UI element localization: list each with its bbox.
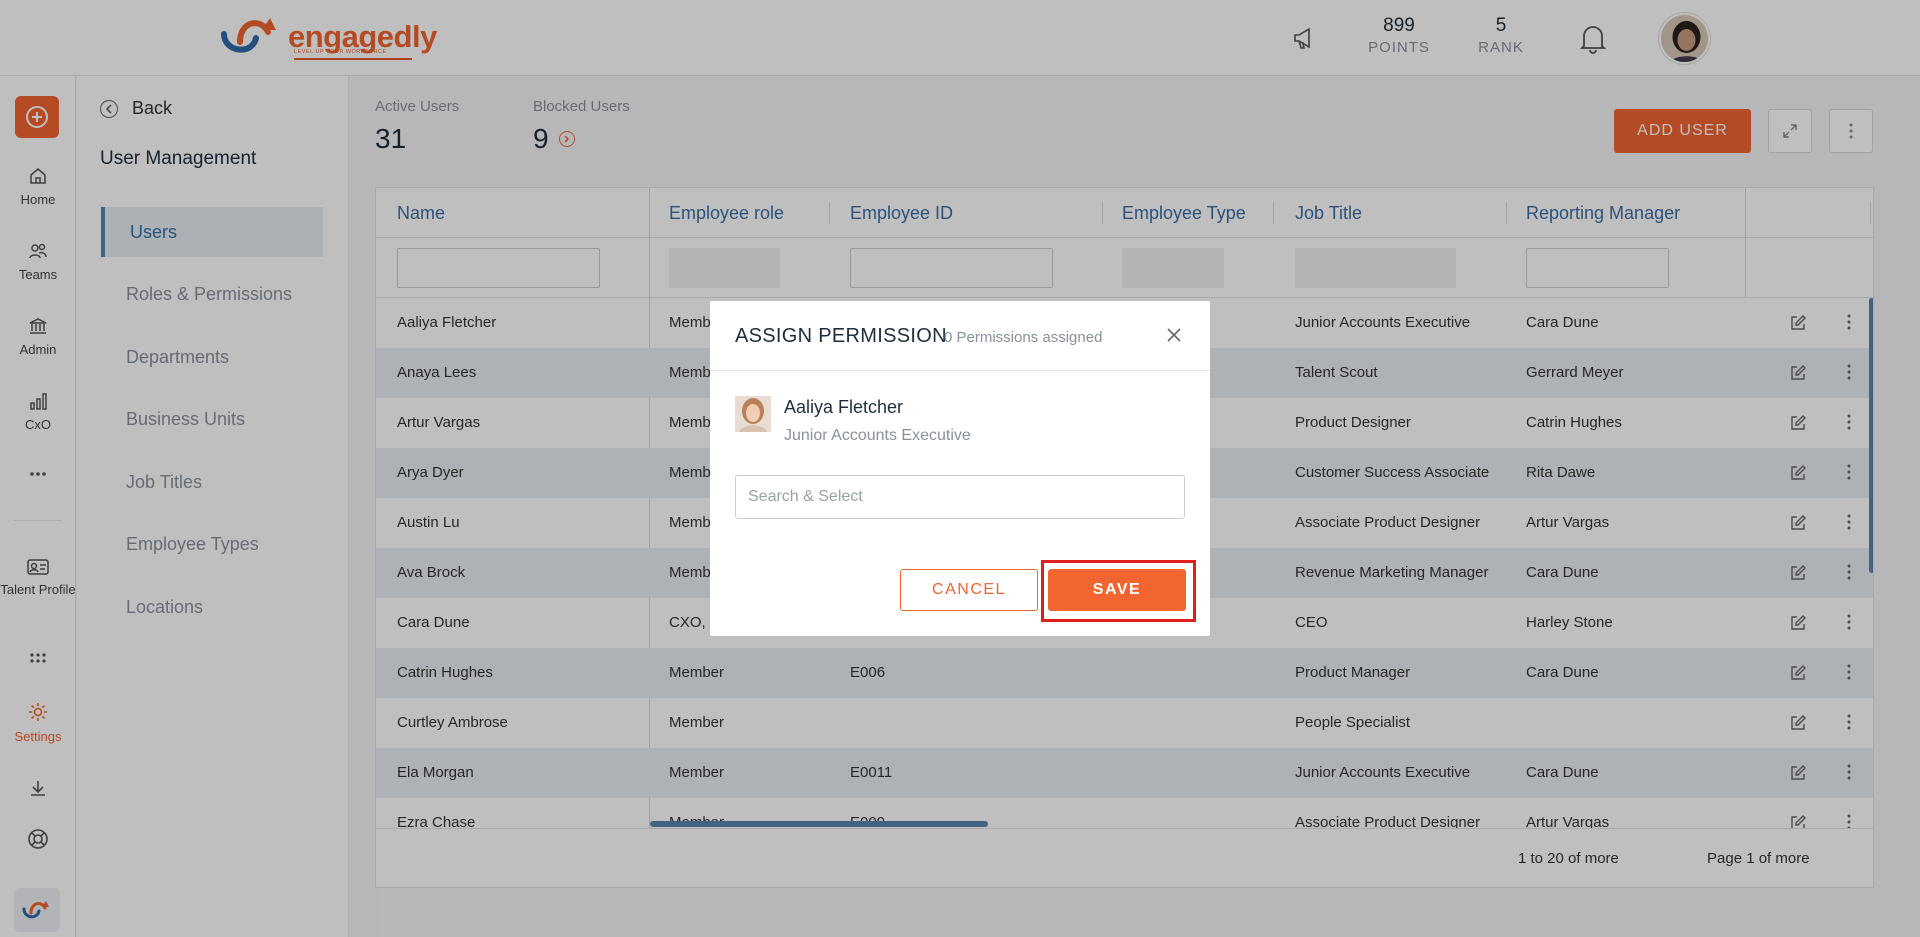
assign-permission-dialog: ASSIGN PERMISSION 0 Permissions assigned…	[710, 301, 1210, 636]
user-photo	[735, 396, 771, 432]
user-job-title: Junior Accounts Executive	[784, 427, 971, 444]
save-button[interactable]: SAVE	[1048, 569, 1186, 611]
close-icon[interactable]	[1166, 327, 1182, 343]
dialog-title: ASSIGN PERMISSION	[735, 325, 947, 347]
permission-search-input[interactable]	[735, 475, 1185, 519]
user-name: Aaliya Fletcher	[784, 397, 904, 417]
cancel-button[interactable]: CANCEL	[900, 569, 1038, 611]
dialog-header: ASSIGN PERMISSION 0 Permissions assigned	[710, 301, 1210, 371]
permissions-assigned-count: 0 Permissions assigned	[944, 329, 1103, 346]
